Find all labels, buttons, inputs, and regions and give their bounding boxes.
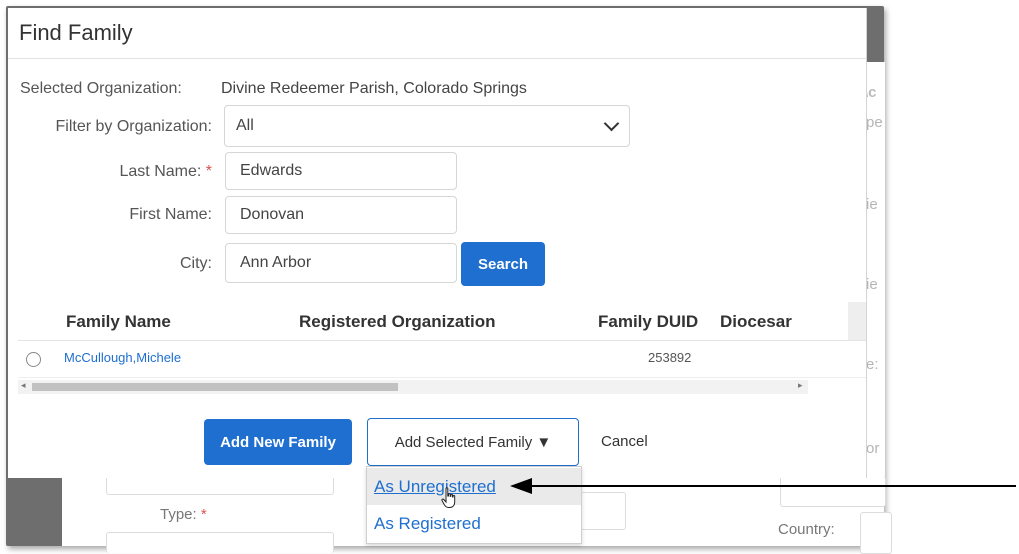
filter-org-label: Filter by Organization:	[55, 118, 212, 135]
arrow-left-icon	[510, 478, 1016, 494]
background-fragment: ie	[866, 196, 878, 213]
modal-title: Find Family	[19, 20, 133, 45]
cancel-button[interactable]: Cancel	[601, 433, 648, 450]
find-family-modal: Find Family Selected Organization: Divin…	[8, 8, 867, 478]
selected-org-value: Divine Redeemer Parish, Colorado Springs	[221, 80, 527, 97]
background-type-label: Type: *	[160, 506, 207, 523]
city-input[interactable]: Ann Arbor	[225, 243, 457, 283]
family-duid-cell: 253892	[648, 350, 692, 365]
first-name-label: First Name:	[129, 206, 212, 223]
background-fragment: ie	[866, 276, 878, 293]
row-select-radio[interactable]	[26, 352, 41, 367]
add-selected-family-button[interactable]: Add Selected Family ▼	[367, 418, 579, 466]
filter-org-value: All	[236, 117, 254, 134]
background-fragment: e:	[866, 356, 879, 373]
add-new-family-button[interactable]: Add New Family	[204, 419, 352, 465]
filter-org-select[interactable]: All	[224, 105, 630, 147]
background-country-input	[860, 512, 892, 554]
search-button[interactable]: Search	[461, 242, 545, 286]
scroll-right-icon[interactable]: ▸	[798, 380, 803, 391]
last-name-value: Edwards	[240, 162, 303, 179]
chevron-down-icon	[603, 115, 620, 132]
last-name-input[interactable]: Edwards	[225, 152, 457, 190]
horizontal-scrollbar[interactable]: ◂ ▸	[18, 380, 808, 394]
hand-pointer-icon	[441, 487, 456, 508]
last-name-label: Last Name: *	[119, 163, 213, 180]
city-value: Ann Arbor	[240, 254, 312, 271]
scrollbar-thumb[interactable]	[32, 383, 398, 391]
menu-item-as-registered[interactable]: As Registered	[367, 505, 581, 542]
table-row: McCullough,Michele 253892	[18, 341, 866, 378]
column-header-diocesan[interactable]: Diocesar	[720, 312, 812, 332]
modal-header: Find Family	[8, 8, 866, 59]
table-header-filler	[848, 302, 866, 340]
family-name-link[interactable]: McCullough,Michele	[64, 350, 181, 365]
background-country-label: Country:	[778, 521, 835, 538]
scroll-left-icon[interactable]: ◂	[21, 380, 26, 391]
column-header-registered-org[interactable]: Registered Organization	[299, 312, 495, 332]
background-fragment: or	[866, 440, 880, 457]
column-header-family-name[interactable]: Family Name	[66, 312, 171, 332]
first-name-input[interactable]: Donovan	[225, 196, 457, 234]
background-fragment: pe	[866, 114, 883, 131]
city-label: City:	[180, 255, 212, 272]
table-header: Family Name Registered Organization Fami…	[18, 302, 866, 341]
selected-org-label: Selected Organization:	[20, 80, 182, 97]
column-header-family-duid[interactable]: Family DUID	[598, 312, 698, 332]
results-table: Family Name Registered Organization Fami…	[18, 302, 866, 399]
first-name-value: Donovan	[240, 206, 305, 223]
background-input	[580, 492, 626, 530]
